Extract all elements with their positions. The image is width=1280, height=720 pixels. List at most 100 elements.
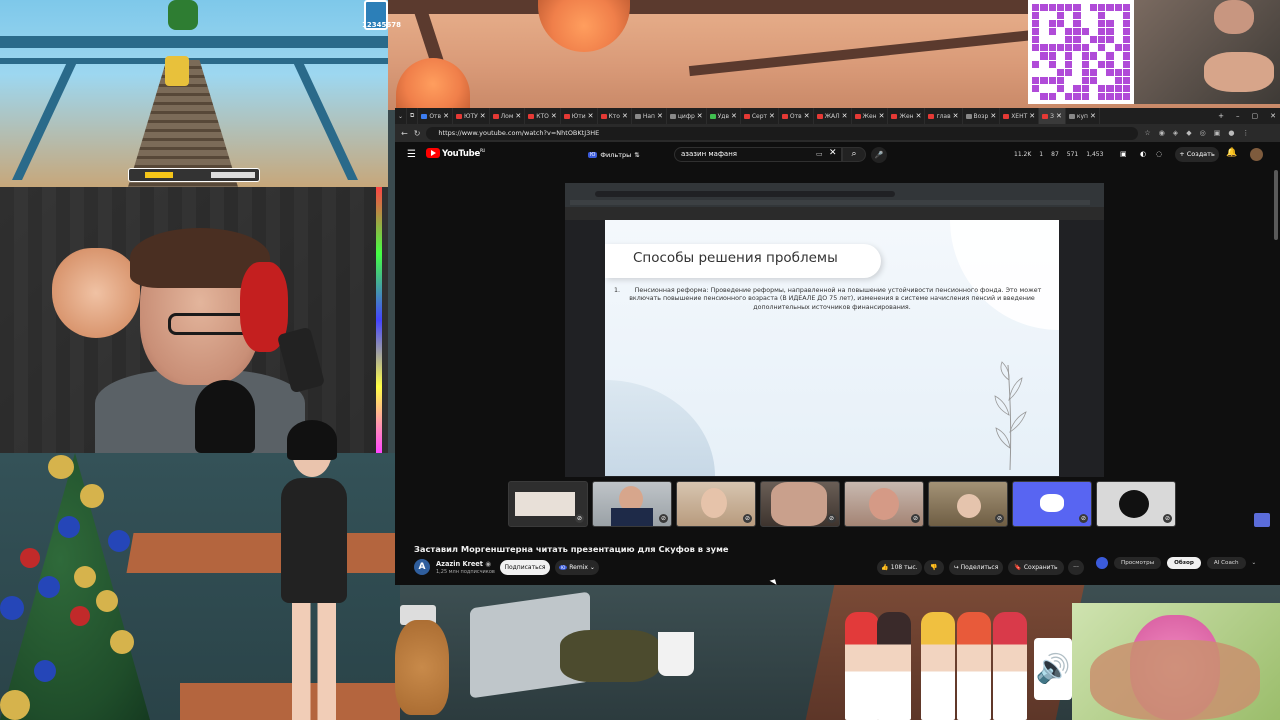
close-tab-icon[interactable]: ✕ bbox=[443, 112, 449, 120]
qr-module bbox=[1048, 68, 1056, 76]
youtube-logo-text[interactable]: YouTubeRU bbox=[442, 148, 485, 159]
extension-icon[interactable]: ◆ bbox=[1186, 129, 1191, 137]
close-tab-icon[interactable]: ✕ bbox=[731, 112, 737, 120]
browser-tab[interactable]: Жен ✕ bbox=[888, 108, 926, 124]
tab-label: Удв bbox=[717, 112, 729, 120]
tab-overview[interactable]: Обзор bbox=[1167, 557, 1201, 569]
keyboard-icon[interactable]: ▭ bbox=[816, 150, 823, 158]
browser-tab[interactable]: КТО ✕ bbox=[525, 108, 561, 124]
extension-icon[interactable]: ▣ bbox=[1214, 129, 1221, 137]
remix-button[interactable]: Ю Remix ⌄ bbox=[555, 560, 599, 575]
browser-tab[interactable]: Удв ✕ bbox=[707, 108, 741, 124]
new-tab-icon[interactable]: + bbox=[1218, 112, 1224, 120]
chevron-down-icon[interactable]: ⌄ bbox=[1252, 560, 1257, 566]
extension-icon[interactable] bbox=[1096, 557, 1108, 569]
like-button[interactable]: 👍 108 тыс. bbox=[877, 560, 922, 575]
dislike-button[interactable]: 👎 bbox=[924, 560, 944, 575]
search-button[interactable]: ⌕ bbox=[842, 147, 866, 162]
more-actions-button[interactable]: ··· bbox=[1068, 560, 1084, 575]
hamburger-menu-icon[interactable]: ☰ bbox=[407, 149, 416, 160]
channel-avatar[interactable]: A bbox=[414, 559, 430, 575]
notifications-bell-icon[interactable]: 🔔 bbox=[1226, 148, 1237, 158]
close-tab-icon[interactable]: ✕ bbox=[990, 112, 996, 120]
close-tab-icon[interactable]: ✕ bbox=[657, 112, 663, 120]
extension-icon[interactable]: ▣ bbox=[1120, 150, 1127, 158]
close-tab-icon[interactable]: ✕ bbox=[588, 112, 594, 120]
browser-tab[interactable]: Кто ✕ bbox=[598, 108, 632, 124]
browser-tab[interactable]: глав ✕ bbox=[925, 108, 963, 124]
browser-tab[interactable]: Возр ✕ bbox=[963, 108, 1001, 124]
qr-module bbox=[1114, 4, 1122, 12]
close-tab-icon[interactable]: ✕ bbox=[1090, 112, 1096, 120]
subscribe-button[interactable]: Подписаться bbox=[500, 560, 550, 575]
speaker-icon: 🔊 bbox=[1034, 638, 1072, 700]
channel-name[interactable]: Azazin Kreet ◉ bbox=[436, 560, 491, 568]
close-tab-icon[interactable]: ✕ bbox=[697, 112, 703, 120]
close-tab-icon[interactable]: ✕ bbox=[1056, 112, 1062, 120]
browser-tab[interactable]: ХЕНТ ✕ bbox=[1000, 108, 1040, 124]
share-button[interactable]: ↪ Поделиться bbox=[949, 560, 1003, 575]
close-tab-icon[interactable]: ✕ bbox=[879, 112, 885, 120]
tab-actions-icon[interactable]: ⧉ bbox=[407, 108, 419, 124]
close-tab-icon[interactable]: ✕ bbox=[804, 112, 810, 120]
menu-icon[interactable]: ⋮ bbox=[1242, 129, 1249, 137]
close-tab-icon[interactable]: ✕ bbox=[769, 112, 775, 120]
close-tab-icon[interactable]: ✕ bbox=[551, 112, 557, 120]
tab-search-icon[interactable]: ⌄ bbox=[395, 108, 408, 124]
maximize-icon[interactable]: ▢ bbox=[1252, 112, 1259, 120]
minimize-icon[interactable]: – bbox=[1236, 112, 1240, 120]
profile-icon[interactable]: ● bbox=[1228, 129, 1234, 137]
filters-button[interactable]: Ю Фильтры ⇅ bbox=[588, 148, 640, 161]
close-tab-icon[interactable]: ✕ bbox=[480, 112, 486, 120]
participant-tile[interactable]: ⊘ bbox=[676, 481, 756, 527]
channel-watermark-icon[interactable] bbox=[1254, 513, 1270, 527]
close-tab-icon[interactable]: ✕ bbox=[916, 112, 922, 120]
browser-tab[interactable]: Нап ✕ bbox=[632, 108, 667, 124]
close-tab-icon[interactable]: ✕ bbox=[953, 112, 959, 120]
browser-tab[interactable]: Юти ✕ bbox=[561, 108, 598, 124]
clear-search-icon[interactable]: ✕ bbox=[829, 148, 837, 158]
participant-tile[interactable]: ⊘ bbox=[1096, 481, 1176, 527]
star-icon[interactable]: ☆ bbox=[1144, 129, 1150, 137]
qr-module bbox=[1114, 20, 1122, 28]
participant-tile[interactable]: ⊘ bbox=[592, 481, 672, 527]
browser-tab[interactable]: куп ✕ bbox=[1066, 108, 1100, 124]
close-tab-icon[interactable]: ✕ bbox=[842, 112, 848, 120]
create-button[interactable]: + Создать bbox=[1175, 147, 1219, 162]
extension-icon[interactable]: ◌ bbox=[1156, 150, 1162, 158]
voice-search-icon[interactable]: 🎤 bbox=[871, 147, 887, 163]
browser-tab[interactable]: З ✕ bbox=[1039, 108, 1066, 124]
extension-icon[interactable]: ◈ bbox=[1173, 129, 1178, 137]
participant-tile[interactable]: ⊘ bbox=[1012, 481, 1092, 527]
page-scrollbar[interactable] bbox=[1274, 170, 1278, 240]
tab-views[interactable]: Просмотры bbox=[1114, 557, 1162, 569]
close-tab-icon[interactable]: ✕ bbox=[1029, 112, 1035, 120]
participant-tile[interactable]: ⊘ bbox=[508, 481, 588, 527]
participant-tile[interactable]: ⊘ bbox=[844, 481, 924, 527]
extension-icon[interactable]: ◐ bbox=[1140, 150, 1146, 158]
close-tab-icon[interactable]: ✕ bbox=[515, 112, 521, 120]
browser-tab[interactable]: ЖАЛ ✕ bbox=[814, 108, 852, 124]
browser-tab[interactable]: Отв ✕ bbox=[779, 108, 814, 124]
browser-tab[interactable]: цифр ✕ bbox=[667, 108, 707, 124]
tab-ai-coach[interactable]: AI Coach bbox=[1206, 557, 1246, 569]
account-avatar[interactable] bbox=[1250, 148, 1263, 161]
back-icon[interactable]: ← bbox=[401, 129, 408, 138]
participant-tile[interactable]: ⊘ bbox=[760, 481, 840, 527]
url-field[interactable]: https://www.youtube.com/watch?v=NhtOBKtJ… bbox=[426, 126, 1139, 140]
close-tab-icon[interactable]: ✕ bbox=[622, 112, 628, 120]
browser-tab[interactable]: Серт ✕ bbox=[741, 108, 779, 124]
reload-icon[interactable]: ↻ bbox=[414, 129, 421, 138]
participant-tile[interactable]: ⊘ bbox=[928, 481, 1008, 527]
browser-tab[interactable]: Жен ✕ bbox=[852, 108, 889, 124]
close-window-icon[interactable]: ✕ bbox=[1270, 112, 1276, 120]
shared-screen-url bbox=[595, 191, 895, 197]
extension-icon[interactable]: ◉ bbox=[1159, 129, 1165, 137]
browser-tab[interactable]: Лом ✕ bbox=[490, 108, 526, 124]
save-button[interactable]: 🔖 Сохранить bbox=[1008, 560, 1064, 575]
extension-icon[interactable]: ◎ bbox=[1200, 129, 1206, 137]
browser-tab[interactable]: ЮТУ ✕ bbox=[453, 108, 490, 124]
qr-module bbox=[1048, 12, 1056, 20]
browser-tab[interactable]: Отв ✕ bbox=[418, 108, 453, 124]
tab-label: глав bbox=[936, 112, 951, 120]
